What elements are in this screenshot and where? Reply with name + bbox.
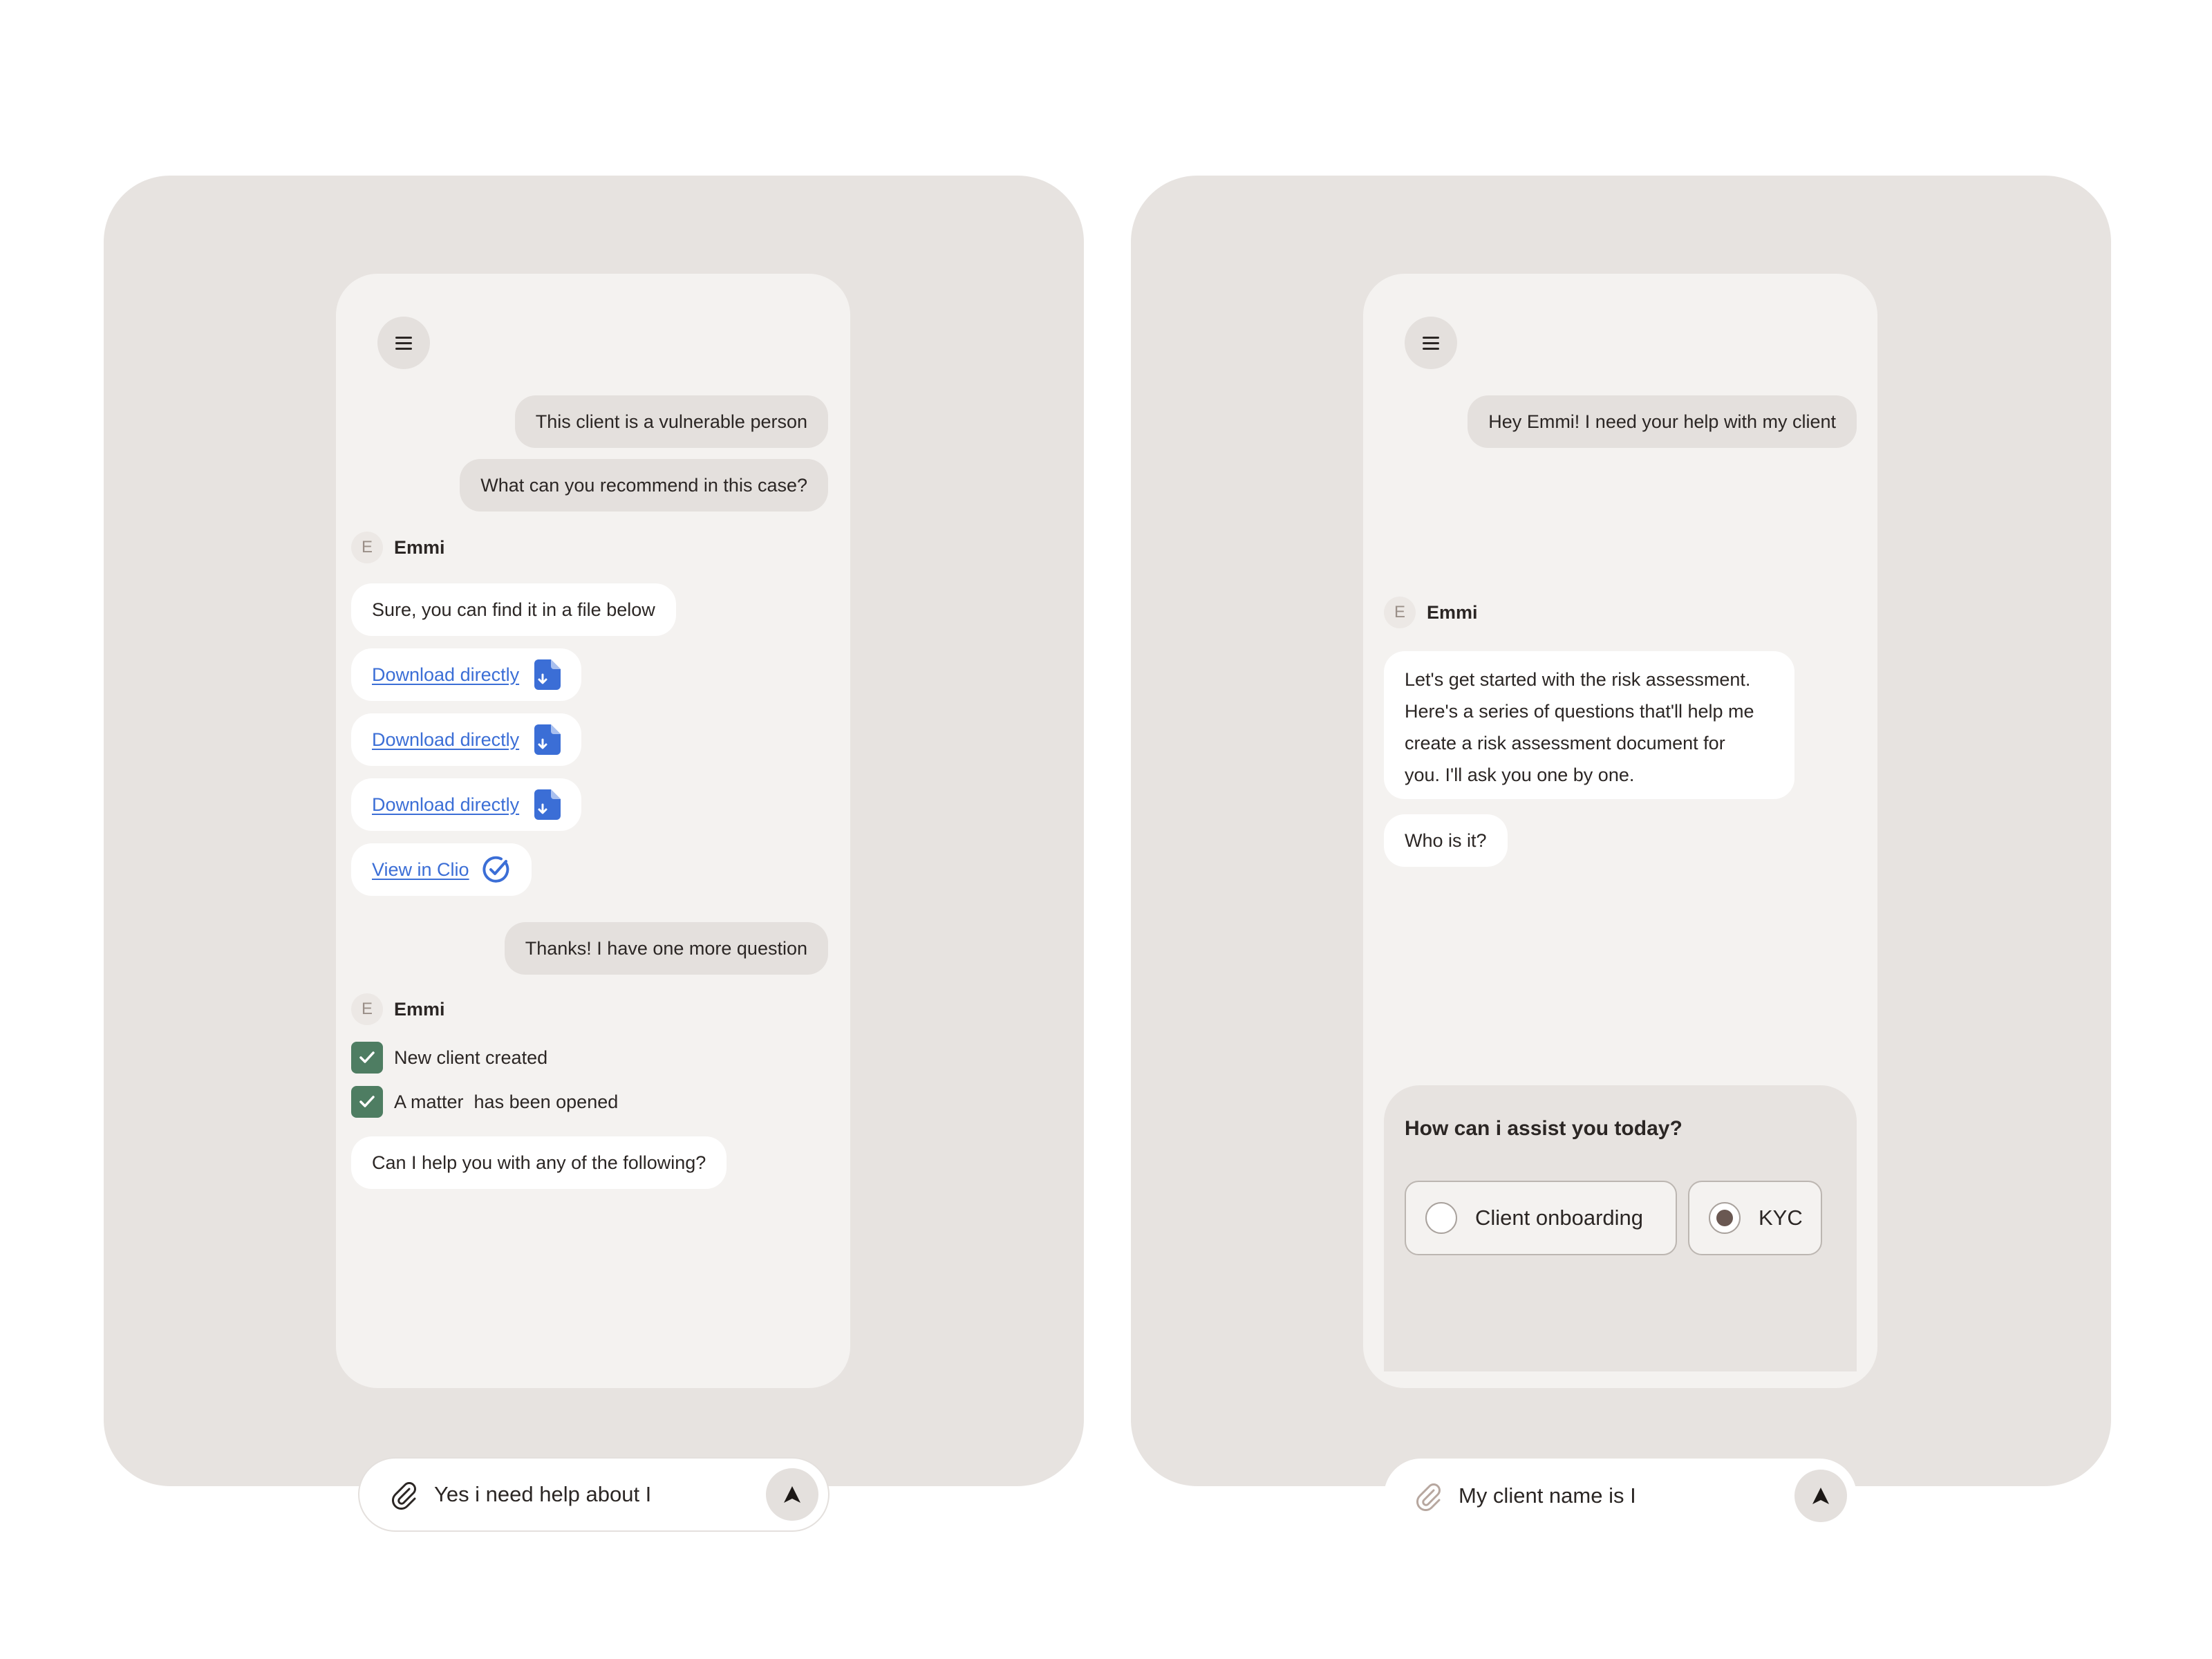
sender-name: Emmi bbox=[394, 536, 445, 558]
download-link[interactable]: Download directly bbox=[351, 648, 582, 701]
bot-message: Sure, you can find it in a file below bbox=[351, 583, 676, 636]
option-kyc[interactable]: KYC bbox=[1688, 1181, 1822, 1255]
checklist-item: New client created bbox=[351, 1041, 547, 1074]
sender-name: Emmi bbox=[1427, 601, 1478, 623]
view-in-clio-link[interactable]: View in Clio bbox=[351, 843, 532, 896]
bot-message: Who is it? bbox=[1384, 814, 1508, 867]
send-button[interactable] bbox=[1794, 1470, 1847, 1522]
paperclip-icon[interactable] bbox=[388, 1479, 419, 1510]
checkbox-check-icon bbox=[351, 1042, 383, 1074]
message-input[interactable]: My client name is I bbox=[1384, 1459, 1857, 1533]
check-circle-icon bbox=[482, 856, 509, 883]
user-message: Hey Emmi! I need your help with my clien… bbox=[1468, 395, 1857, 448]
chat-screen: This client is a vulnerable person What … bbox=[336, 274, 850, 1532]
avatar: E bbox=[351, 532, 383, 563]
avatar: E bbox=[1384, 597, 1416, 628]
bot-message: Can I help you with any of the following… bbox=[351, 1136, 727, 1189]
menu-icon bbox=[1423, 341, 1439, 344]
message-input-value[interactable]: Yes i need help about I bbox=[434, 1482, 766, 1507]
option-client-onboarding[interactable]: Client onboarding bbox=[1405, 1181, 1677, 1255]
bot-message: Let's get started with the risk assessme… bbox=[1384, 651, 1794, 799]
right-panel: Hey Emmi! I need your help with my clien… bbox=[1131, 176, 2111, 1533]
bot-sender: E Emmi bbox=[351, 531, 445, 564]
avatar: E bbox=[351, 993, 383, 1025]
file-download-icon bbox=[534, 724, 561, 755]
send-button[interactable] bbox=[766, 1468, 818, 1521]
checkbox-check-icon bbox=[351, 1086, 383, 1118]
chat-screen: Hey Emmi! I need your help with my clien… bbox=[1363, 274, 1877, 1533]
file-download-icon bbox=[534, 659, 561, 690]
bot-sender: E Emmi bbox=[351, 993, 445, 1026]
left-panel: This client is a vulnerable person What … bbox=[104, 176, 1084, 1532]
menu-button[interactable] bbox=[377, 317, 430, 369]
checklist-item: A matter has been opened bbox=[351, 1085, 618, 1118]
question-card: How can i assist you today? Client onboa… bbox=[1384, 1085, 1857, 1371]
send-arrow-icon bbox=[784, 1486, 800, 1503]
download-link[interactable]: Download directly bbox=[351, 778, 582, 831]
sender-name: Emmi bbox=[394, 998, 445, 1020]
message-input[interactable]: Yes i need help about I bbox=[358, 1457, 830, 1532]
user-message: This client is a vulnerable person bbox=[514, 395, 828, 448]
menu-button[interactable] bbox=[1405, 317, 1457, 369]
download-link[interactable]: Download directly bbox=[351, 713, 582, 766]
paperclip-icon[interactable] bbox=[1413, 1481, 1443, 1511]
bot-sender: E Emmi bbox=[1384, 596, 1478, 629]
menu-icon bbox=[395, 341, 412, 344]
send-arrow-icon bbox=[1812, 1488, 1829, 1504]
user-message: What can you recommend in this case? bbox=[460, 459, 828, 512]
radio-unselected[interactable] bbox=[1425, 1202, 1457, 1234]
message-input-value[interactable]: My client name is I bbox=[1459, 1483, 1794, 1508]
user-message: Thanks! I have one more question bbox=[504, 922, 828, 975]
question-title: How can i assist you today? bbox=[1405, 1117, 1683, 1140]
file-download-icon bbox=[534, 789, 561, 820]
radio-selected[interactable] bbox=[1709, 1202, 1741, 1234]
